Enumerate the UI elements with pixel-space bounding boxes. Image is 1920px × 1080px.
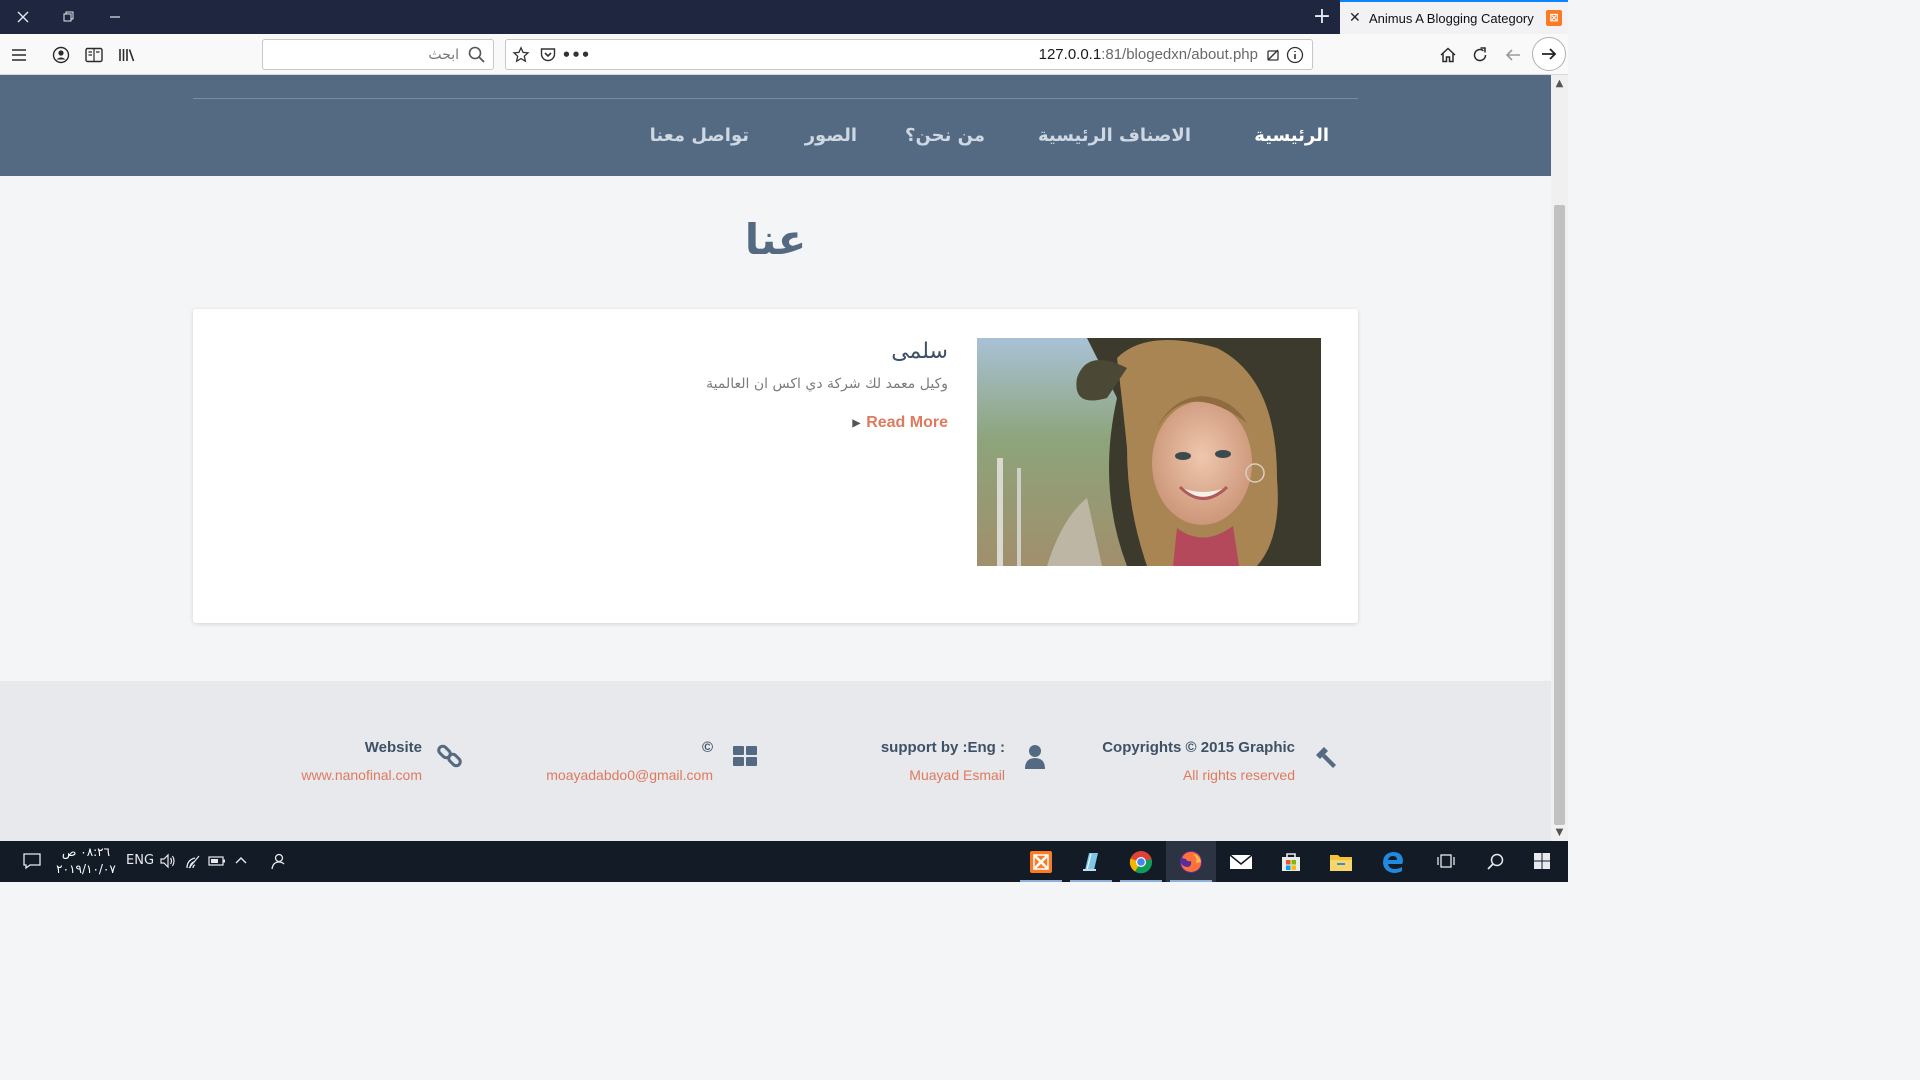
scroll-up-icon[interactable]: ▲ bbox=[1551, 75, 1568, 92]
people-icon[interactable] bbox=[269, 852, 287, 874]
url-text: 127.0.0.1:81/blogedxn/about.php bbox=[1039, 46, 1258, 63]
taskbar-edge-icon[interactable] bbox=[1368, 841, 1418, 882]
site-info-icon[interactable] bbox=[1284, 44, 1306, 66]
search-input[interactable] bbox=[269, 44, 459, 66]
profile-card: سلمى وكيل معمد لك شركة دي اكس ان العالمي… bbox=[193, 309, 1358, 623]
read-more-label: Read More bbox=[866, 414, 948, 431]
url-host: 127.0.0.1 bbox=[1038, 46, 1102, 63]
reload-icon[interactable] bbox=[1467, 42, 1493, 68]
clock-date: ٢٠١٩/١٠/٠٧ bbox=[56, 862, 116, 876]
link-icon bbox=[435, 741, 465, 771]
window-restore-icon[interactable] bbox=[46, 0, 92, 34]
windows-start-icon[interactable] bbox=[1533, 852, 1551, 874]
system-clock[interactable]: ٠٨:٢٦ ص ٢٠١٩/١٠/٠٧ bbox=[56, 844, 116, 878]
bookmark-star-icon[interactable] bbox=[510, 44, 532, 66]
profile-photo bbox=[977, 338, 1321, 566]
read-more-link[interactable]: ▶ Read More bbox=[853, 414, 949, 432]
tracking-protection-icon[interactable] bbox=[1262, 44, 1284, 66]
navbar-divider bbox=[193, 98, 1358, 99]
footer-col-website: Website www.nanofinal.com bbox=[290, 739, 465, 799]
account-icon[interactable] bbox=[48, 42, 74, 68]
volume-icon[interactable] bbox=[159, 852, 177, 874]
scroll-down-icon[interactable]: ▼ bbox=[1551, 824, 1568, 841]
caret-right-icon: ▶ bbox=[852, 417, 861, 429]
window-minimize-icon[interactable] bbox=[92, 0, 138, 34]
footer-heading-support: support by :Eng : bbox=[880, 739, 1005, 756]
nav-item-gallery[interactable]: الصور bbox=[805, 125, 857, 146]
battery-icon[interactable] bbox=[208, 853, 226, 873]
tray-expand-icon[interactable] bbox=[234, 854, 248, 870]
window-close-icon[interactable] bbox=[0, 0, 46, 34]
nav-item-about[interactable]: من نحن؟ bbox=[905, 125, 985, 146]
footer-col-support: support by :Eng : Muayad Esmail bbox=[860, 739, 1050, 799]
url-path: :81/blogedxn/about.php bbox=[1101, 46, 1258, 63]
library-icon[interactable] bbox=[114, 42, 140, 68]
grid-icon bbox=[730, 741, 760, 771]
footer-col-email: © moayadabdo0@gmail.com bbox=[530, 739, 760, 799]
user-icon bbox=[1020, 741, 1050, 771]
language-indicator[interactable]: ENG bbox=[126, 853, 154, 868]
nav-item-categories[interactable]: الاصناف الرئيسية bbox=[1038, 125, 1191, 146]
new-tab-button[interactable]: + bbox=[1308, 2, 1336, 32]
taskbar-firefox-running bbox=[1170, 880, 1212, 882]
hammer-icon bbox=[1310, 741, 1340, 771]
footer-link-author[interactable]: Muayad Esmail bbox=[909, 767, 1005, 783]
taskbar-chrome-running bbox=[1120, 880, 1162, 882]
xampp-favicon-icon: ⊠ bbox=[1546, 10, 1562, 26]
search-bar[interactable] bbox=[262, 39, 494, 70]
taskbar-chrome-icon[interactable] bbox=[1116, 841, 1166, 882]
tab-title: Animus A Blogging Category F bbox=[1369, 10, 1537, 26]
profile-name: سلمى bbox=[891, 339, 948, 364]
nav-item-contact[interactable]: تواصل معنا bbox=[650, 125, 749, 146]
pocket-icon[interactable] bbox=[537, 44, 559, 66]
page-viewport: الرئيسية الاصناف الرئيسية من نحن؟ الصور … bbox=[0, 75, 1551, 841]
taskbar-firefox-icon[interactable] bbox=[1166, 841, 1216, 882]
network-icon[interactable] bbox=[185, 852, 203, 874]
footer-heading-copyright: Copyrights © 2015 Graphic bbox=[1102, 739, 1295, 756]
taskbar-file-explorer-icon[interactable] bbox=[1316, 841, 1366, 882]
scrollbar-thumb[interactable] bbox=[1554, 205, 1565, 825]
profile-description: وكيل معمد لك شركة دي اكس ان العالمية bbox=[706, 376, 948, 392]
site-navbar: الرئيسية الاصناف الرئيسية من نحن؟ الصور … bbox=[0, 75, 1551, 176]
page-title: عنا bbox=[744, 215, 807, 264]
footer-link-email[interactable]: moayadabdo0@gmail.com bbox=[546, 767, 713, 783]
url-bar[interactable]: ••• 127.0.0.1:81/blogedxn/about.php bbox=[505, 39, 1313, 70]
site-footer: Copyrights © 2015 Graphic All rights res… bbox=[0, 681, 1551, 841]
action-center-icon[interactable] bbox=[22, 851, 42, 875]
taskbar-xampp-running bbox=[1020, 880, 1062, 882]
footer-sub-rights: All rights reserved bbox=[1182, 767, 1295, 783]
taskbar-xampp-icon[interactable] bbox=[1016, 841, 1066, 882]
taskbar-mail-icon[interactable] bbox=[1216, 841, 1266, 882]
task-view-icon[interactable] bbox=[1436, 852, 1456, 874]
back-arrow-icon[interactable] bbox=[1500, 42, 1526, 68]
footer-link-website[interactable]: www.nanofinal.com bbox=[301, 767, 422, 783]
nav-item-home[interactable]: الرئيسية bbox=[1254, 125, 1329, 146]
footer-heading-website: Website bbox=[364, 739, 422, 756]
browser-toolbar: ••• 127.0.0.1:81/blogedxn/about.php bbox=[0, 34, 1568, 75]
reader-view-icon[interactable] bbox=[81, 42, 107, 68]
tab-close-icon[interactable]: ✕ bbox=[1349, 10, 1367, 26]
taskbar-notepad-running bbox=[1070, 880, 1112, 882]
forward-arrow-icon[interactable] bbox=[1532, 37, 1566, 71]
footer-heading-copyright-symbol: © bbox=[701, 739, 713, 756]
search-icon[interactable] bbox=[467, 45, 487, 65]
active-tab[interactable]: ✕ Animus A Blogging Category F ⊠ bbox=[1340, 0, 1568, 34]
taskbar-store-icon[interactable] bbox=[1266, 841, 1316, 882]
windows-taskbar: ٠٨:٢٦ ص ٢٠١٩/١٠/٠٧ ENG bbox=[0, 841, 1568, 882]
taskbar-notepad-icon[interactable] bbox=[1066, 841, 1116, 882]
clock-time: ٠٨:٢٦ ص bbox=[61, 845, 111, 859]
page-actions-icon[interactable]: ••• bbox=[562, 44, 591, 66]
footer-col-copyright: Copyrights © 2015 Graphic All rights res… bbox=[1100, 739, 1340, 799]
home-icon[interactable] bbox=[1435, 42, 1461, 68]
browser-tab-bar: + ✕ Animus A Blogging Category F ⊠ bbox=[0, 0, 1568, 34]
search-taskbar-icon[interactable] bbox=[1486, 852, 1506, 876]
page-scrollbar[interactable]: ▲ ▼ bbox=[1551, 75, 1568, 841]
menu-icon[interactable] bbox=[6, 42, 32, 68]
